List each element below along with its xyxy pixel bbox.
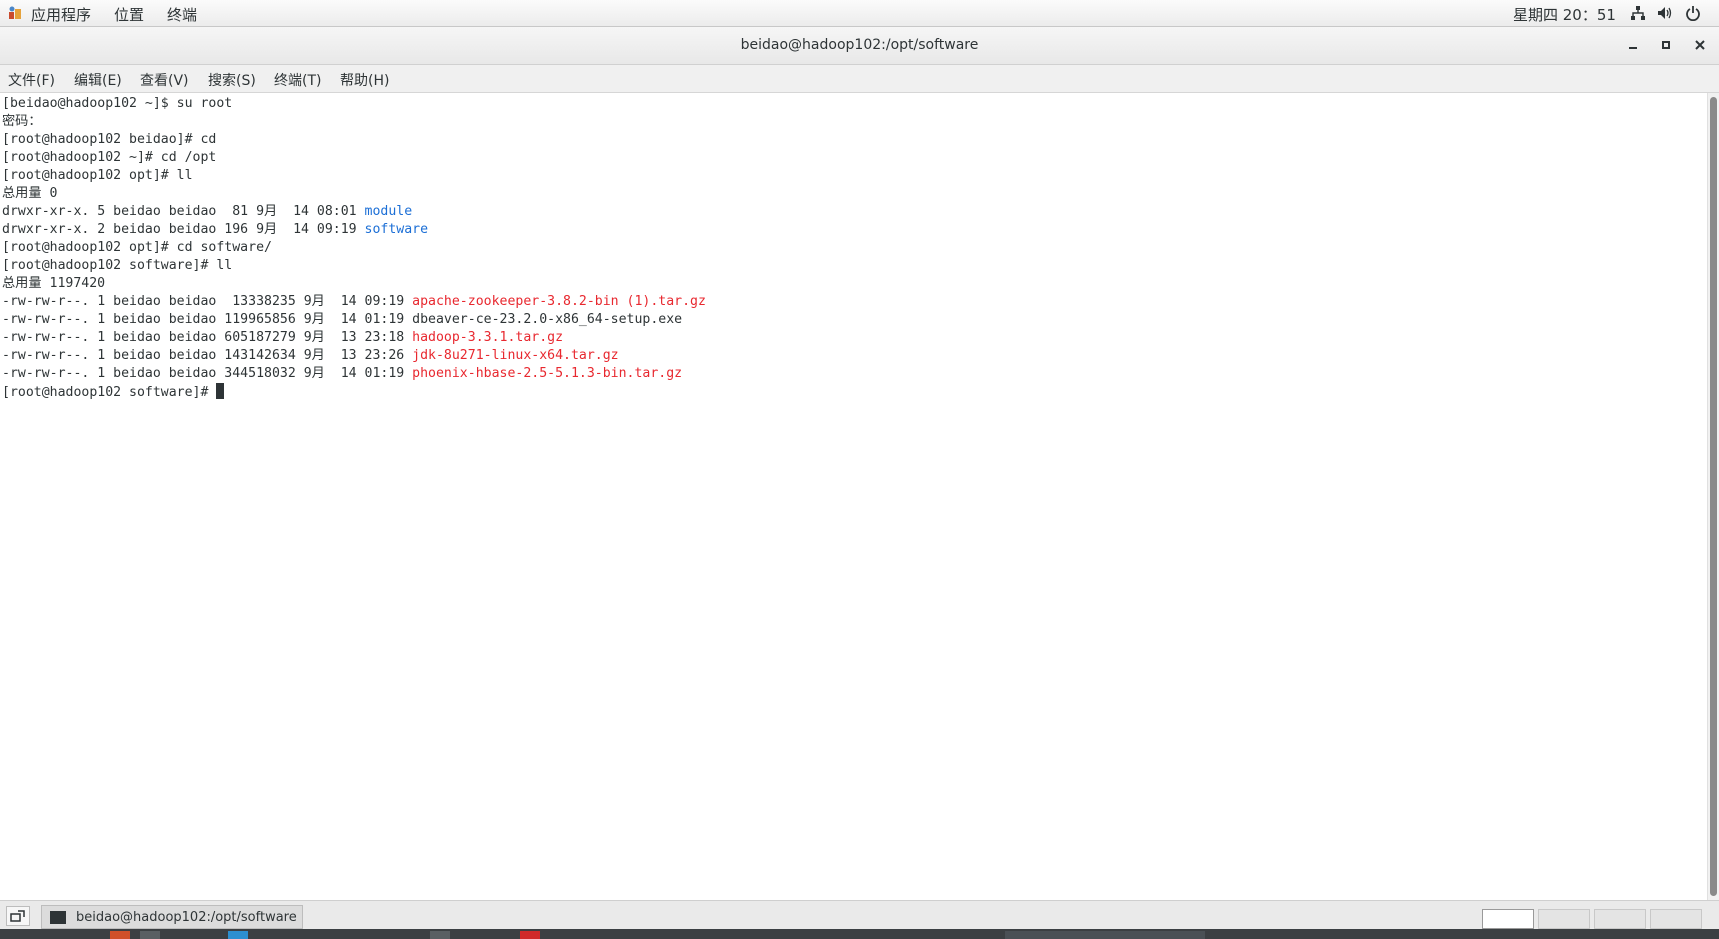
workspace-1[interactable] [1482,909,1534,929]
listing-attrs: -rw-rw-r--. 1 beidao beidao 344518032 9月… [2,366,413,381]
workspace-4[interactable] [1650,909,1702,929]
terminal-line: [root@hadoop102 opt]# cd software/ [2,240,272,255]
terminal-line: [root@hadoop102 opt]# ll [2,168,193,183]
terminal-scrollbar[interactable] [1707,93,1719,900]
text-cursor [216,383,225,399]
window-titlebar[interactable]: beidao@hadoop102:/opt/software [0,27,1719,65]
listing-row: -rw-rw-r--. 1 beidao beidao 605187279 9月… [2,329,563,347]
terminal-line: [beidao@hadoop102 ~]$ su root [2,96,233,111]
file-name: jdk-8u271-linux-x64.tar.gz [412,348,619,363]
dock-active-app[interactable] [1005,931,1205,939]
command-prompt[interactable]: [root@hadoop102 software]# [2,383,225,402]
maximize-button[interactable] [1655,35,1677,57]
taskbar-window-label: beidao@hadoop102:/opt/software [76,910,297,925]
listing-row: -rw-rw-r--. 1 beidao beidao 344518032 9月… [2,365,682,383]
listing-attrs: drwxr-xr-x. 2 beidao beidao 196 9月 14 09… [2,222,365,237]
top-bar: 应用程序 位置 终端 星期四 20：51 [0,0,1719,27]
menu-edit[interactable]: 编辑(E) [74,70,122,90]
applications-menu[interactable]: 应用程序 [31,4,91,25]
power-icon[interactable] [1685,5,1701,21]
minimize-icon [1629,47,1637,49]
dock-app-icon[interactable] [520,931,540,939]
close-button[interactable] [1689,35,1711,57]
listing-attrs: -rw-rw-r--. 1 beidao beidao 143142634 9月… [2,348,413,363]
maximize-icon [1662,41,1670,49]
terminal-icon [50,911,66,924]
terminal-app-menu[interactable]: 终端 [167,4,197,25]
show-desktop-button[interactable] [6,906,30,926]
clock[interactable]: 星期四 20：51 [1513,4,1616,25]
listing-row: -rw-rw-r--. 1 beidao beidao 13338235 9月 … [2,293,706,311]
workspace-2[interactable] [1538,909,1590,929]
listing-row: -rw-rw-r--. 1 beidao beidao 119965856 9月… [2,311,682,329]
taskbar-terminal-window[interactable]: beidao@hadoop102:/opt/software [41,905,303,929]
volume-icon[interactable] [1657,5,1673,21]
dock-app-icon[interactable] [228,931,248,939]
terminal-output[interactable]: [beidao@hadoop102 ~]$ su root 密码： [root@… [0,93,1707,900]
listing-attrs: -rw-rw-r--. 1 beidao beidao 13338235 9月 … [2,294,413,309]
dock-app-icon[interactable] [110,931,130,939]
menu-view[interactable]: 查看(V) [140,70,189,90]
menu-terminal[interactable]: 终端(T) [274,70,321,90]
listing-attrs: -rw-rw-r--. 1 beidao beidao 119965856 9月… [2,312,413,327]
terminal-line: [root@hadoop102 ~]# cd /opt [2,150,217,165]
dock-app-icon[interactable] [430,931,450,939]
directory-name: module [364,204,413,219]
prompt-text: [root@hadoop102 software]# [2,385,217,400]
file-name: phoenix-hbase-2.5-5.1.3-bin.tar.gz [412,366,683,381]
menu-file[interactable]: 文件(F) [8,70,55,90]
terminal-line: 总用量 0 [2,186,58,201]
menu-search[interactable]: 搜索(S) [208,70,256,90]
listing-row: drwxr-xr-x. 2 beidao beidao 196 9月 14 09… [2,221,428,239]
terminal-line: [root@hadoop102 beidao]# cd [2,132,217,147]
close-icon [1695,40,1705,50]
terminal-line: 总用量 1197420 [2,276,106,291]
minimize-button[interactable] [1622,35,1644,57]
listing-attrs: drwxr-xr-x. 5 beidao beidao 81 9月 14 08:… [2,204,365,219]
terminal-line: [root@hadoop102 software]# ll [2,258,233,273]
places-menu[interactable]: 位置 [114,4,144,25]
scrollbar-thumb[interactable] [1710,97,1717,896]
network-icon[interactable] [1630,5,1646,21]
window-title: beidao@hadoop102:/opt/software [740,37,979,53]
dock-app-icon[interactable] [140,931,160,939]
directory-name: software [364,222,429,237]
file-name: dbeaver-ce-23.2.0-x86_64-setup.exe [412,312,683,327]
listing-attrs: -rw-rw-r--. 1 beidao beidao 605187279 9月… [2,330,413,345]
menu-help[interactable]: 帮助(H) [340,70,389,90]
workspace-3[interactable] [1594,909,1646,929]
host-taskbar-strip [0,929,1719,939]
file-name: apache-zookeeper-3.8.2-bin (1).tar.gz [412,294,706,309]
applications-icon[interactable] [8,6,22,20]
listing-row: drwxr-xr-x. 5 beidao beidao 81 9月 14 08:… [2,203,412,221]
terminal-line: 密码： [2,114,42,129]
listing-row: -rw-rw-r--. 1 beidao beidao 143142634 9月… [2,347,619,365]
menu-bar: 文件(F) 编辑(E) 查看(V) 搜索(S) 终端(T) 帮助(H) [0,65,1719,93]
file-name: hadoop-3.3.1.tar.gz [412,330,564,345]
show-desktop-icon [10,910,25,922]
window-list: beidao@hadoop102:/opt/software [0,900,1719,929]
